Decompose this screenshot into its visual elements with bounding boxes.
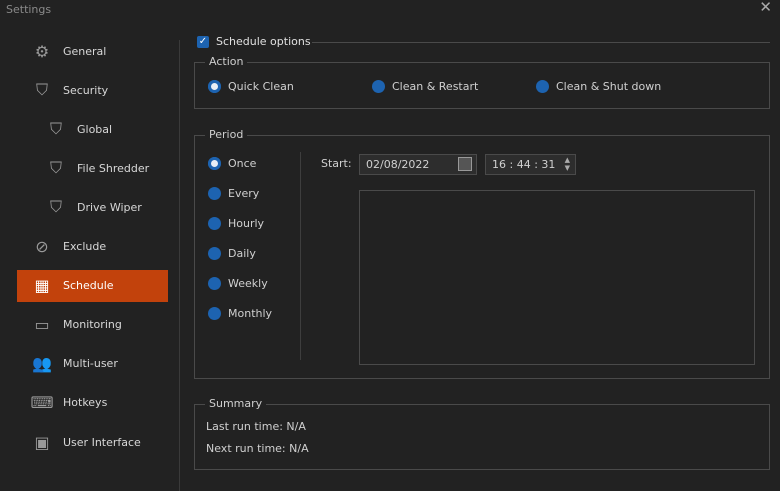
start-date-input[interactable]: 02/08/2022 <box>359 154 477 175</box>
radio-dot <box>536 80 549 93</box>
time-value: 16 : 44 : 31 <box>492 158 556 171</box>
calendar-clock-icon: ▦ <box>34 276 50 296</box>
summary-group: Summary <box>194 397 770 470</box>
schedule-options-label: Schedule options <box>216 35 311 48</box>
radio-dot <box>372 80 385 93</box>
radio-label: Once <box>228 157 257 170</box>
radio-clean-shutdown[interactable]: Clean & Shut down <box>536 80 661 93</box>
sidebar-item-label: Drive Wiper <box>77 200 142 214</box>
sidebar-item-schedule[interactable]: ▦ Schedule <box>17 269 168 302</box>
radio-label: Quick Clean <box>228 80 294 93</box>
radio-period-hourly[interactable]: Hourly <box>208 217 264 230</box>
radio-period-daily[interactable]: Daily <box>208 247 256 260</box>
sidebar-item-general[interactable]: ⚙ General <box>17 35 168 67</box>
start-label: Start: <box>321 157 352 170</box>
radio-dot <box>208 247 221 260</box>
radio-dot <box>208 157 221 170</box>
radio-period-every[interactable]: Every <box>208 187 259 200</box>
sidebar-item-security[interactable]: ⛉ Security <box>17 74 168 106</box>
sidebar-item-multi-user[interactable]: 👥 Multi-user <box>17 348 168 380</box>
start-time-input[interactable]: 16 : 44 : 31 ▲ ▼ <box>485 154 576 175</box>
action-legend: Action <box>205 55 248 68</box>
radio-period-weekly[interactable]: Weekly <box>208 277 268 290</box>
sidebar-item-hotkeys[interactable]: ⌨ Hotkeys <box>17 387 168 419</box>
radio-label: Daily <box>228 247 256 260</box>
keyboard-icon: ⌨ <box>30 393 54 413</box>
sidebar-item-user-interface[interactable]: ▣ User Interface <box>17 426 168 458</box>
sidebar-item-exclude[interactable]: ⊘ Exclude <box>17 231 168 263</box>
schedule-options-checkbox[interactable]: ✓ <box>197 36 209 48</box>
sidebar-item-drive-wiper[interactable]: ⛉ Drive Wiper <box>17 191 168 223</box>
last-run-time: Last run time: N/A <box>206 420 306 433</box>
sidebar-item-label: Multi-user <box>63 357 118 371</box>
radio-label: Clean & Restart <box>392 80 479 93</box>
radio-dot <box>208 217 221 230</box>
sidebar-item-label: General <box>63 44 107 58</box>
sidebar-item-global[interactable]: ⛉ Global <box>17 113 168 145</box>
sidebar-item-label: File Shredder <box>77 161 150 175</box>
sidebar-divider <box>179 40 180 491</box>
radio-label: Hourly <box>228 217 265 230</box>
shield-file-icon: ⛉ <box>49 158 62 178</box>
sidebar-item-monitoring[interactable]: ▭ Monitoring <box>17 309 168 341</box>
sidebar-item-label: Security <box>63 83 109 97</box>
users-icon: 👥 <box>32 354 52 374</box>
date-value: 02/08/2022 <box>366 158 430 171</box>
period-divider <box>300 152 301 360</box>
radio-label: Monthly <box>228 307 273 320</box>
sidebar-item-label: Schedule <box>63 279 114 293</box>
exclude-icon: ⊘ <box>35 237 49 256</box>
sidebar-item-label: User Interface <box>63 435 141 449</box>
radio-clean-restart[interactable]: Clean & Restart <box>372 80 478 93</box>
gear-icon: ⚙ <box>34 41 50 61</box>
ui-icon: ▣ <box>34 432 50 452</box>
sidebar-item-label: Monitoring <box>63 318 122 332</box>
window-title: Settings <box>6 3 52 16</box>
sidebar-item-label: Hotkeys <box>63 396 108 410</box>
monitor-icon: ▭ <box>34 315 50 335</box>
radio-dot <box>208 307 221 320</box>
radio-label: Weekly <box>228 277 268 290</box>
shield-drive-icon: ⛉ <box>49 197 62 217</box>
sidebar-item-file-shredder[interactable]: ⛉ File Shredder <box>17 152 168 184</box>
radio-quick-clean[interactable]: Quick Clean <box>208 80 294 93</box>
radio-dot <box>208 277 221 290</box>
radio-label: Clean & Shut down <box>556 80 662 93</box>
next-run-time: Next run time: N/A <box>206 442 309 455</box>
divider <box>312 42 770 43</box>
period-legend: Period <box>205 128 248 141</box>
close-button[interactable]: ✕ <box>759 0 772 16</box>
calendar-icon[interactable] <box>458 157 472 171</box>
radio-period-monthly[interactable]: Monthly <box>208 307 272 320</box>
summary-legend: Summary <box>205 397 267 410</box>
radio-dot <box>208 187 221 200</box>
radio-period-once[interactable]: Once <box>208 157 256 170</box>
period-details-panel <box>359 190 755 365</box>
radio-label: Every <box>228 187 260 200</box>
sidebar-item-label: Global <box>77 122 113 136</box>
radio-dot <box>208 80 221 93</box>
sidebar-item-label: Exclude <box>63 240 107 253</box>
shield-icon: ⛉ <box>35 80 48 100</box>
shield-globe-icon: ⛉ <box>49 119 62 139</box>
time-spinner-icon[interactable]: ▲ ▼ <box>565 156 570 172</box>
